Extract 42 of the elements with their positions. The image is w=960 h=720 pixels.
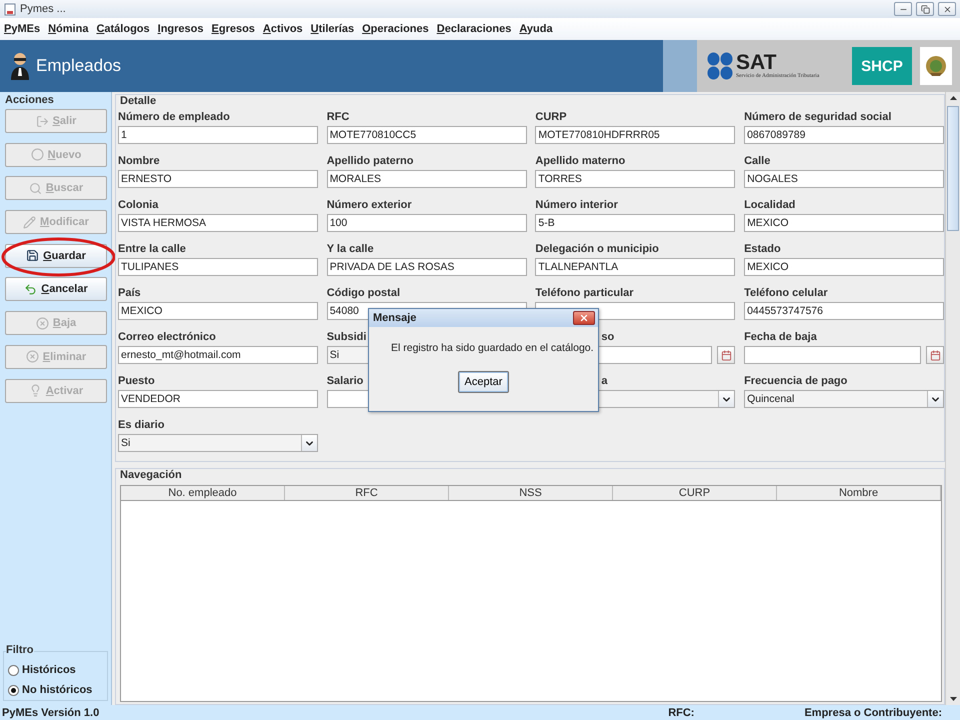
field-label: Estado (744, 242, 781, 257)
field-label: Número de empleado (118, 110, 230, 125)
page-title: Empleados (36, 56, 122, 76)
field-label: Apellido paterno (326, 154, 414, 169)
rfc-label: RFC: (668, 706, 694, 718)
field-label: so (601, 330, 614, 345)
field-label: Colonia (118, 198, 158, 213)
field-label: Nombre (118, 154, 160, 169)
field-label: Número exterior (326, 198, 412, 213)
field-label: Y la calle (326, 242, 374, 257)
section-title: Acciones (5, 94, 55, 106)
field-label: CURP (535, 110, 567, 125)
dialog-message: El registro ha sido guardado en el catálogo. (391, 342, 594, 354)
company-label: Empresa o Contribuyente: (804, 706, 942, 718)
filter-title: Filtro (6, 644, 34, 656)
field-label: Calle (744, 154, 770, 169)
field-label: Frecuencia de pago (744, 374, 848, 389)
panel-title: Detalle (120, 95, 156, 107)
field-label: Delegación o municipio (535, 242, 659, 257)
version-text: PyMEs Versión 1.0 (2, 706, 100, 718)
field-label: RFC (326, 110, 350, 125)
field-label: Localidad (744, 198, 796, 213)
dialog-title: Mensaje (373, 312, 418, 324)
window-title: Pymes ... (20, 3, 67, 15)
field-label: Entre la calle (118, 242, 186, 257)
field-label: Código postal (326, 286, 400, 301)
field-label: Número interior (535, 198, 618, 213)
field-label: Subsidi (326, 330, 366, 345)
panel-title: Navegación (120, 469, 182, 481)
ministry-logo: SHCP (852, 47, 912, 85)
field-label: País (118, 286, 141, 301)
field-label: Teléfono particular (535, 286, 634, 301)
field-label: Fecha de baja (744, 330, 817, 345)
field-label: Teléfono celular (744, 286, 828, 301)
field-label: Puesto (118, 374, 155, 389)
field-label: Apellido materno (535, 154, 626, 169)
field-label: Salario (326, 374, 364, 389)
logo-name: SAT (736, 53, 776, 73)
field-label: a (601, 374, 608, 389)
field-label: Es diario (118, 418, 164, 433)
field-label: Número de seguridad social (744, 110, 892, 125)
field-label: Correo electrónico (118, 330, 216, 345)
